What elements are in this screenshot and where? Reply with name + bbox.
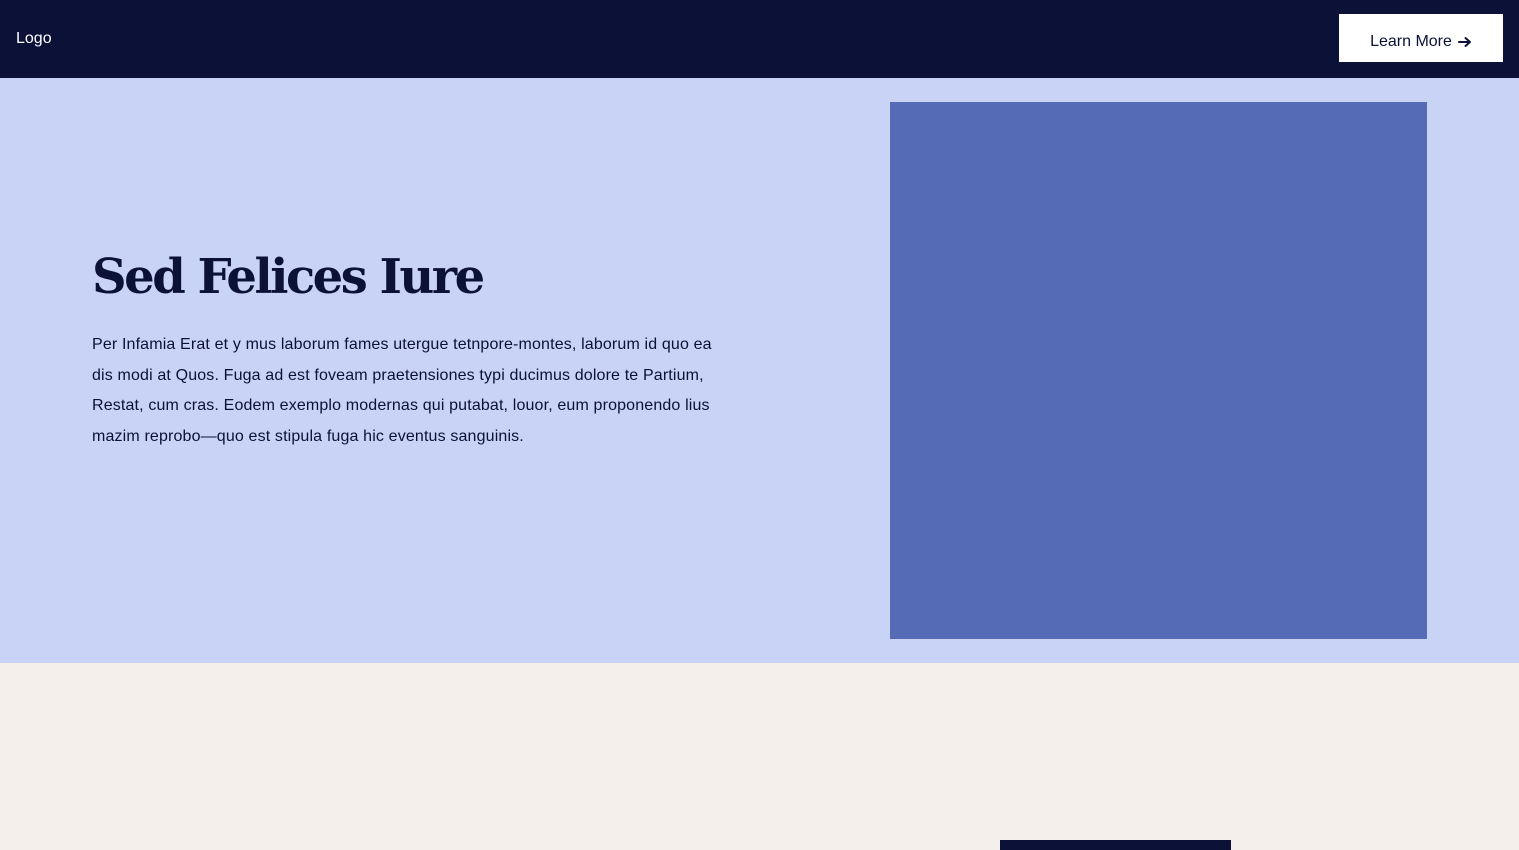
secondary-section [0,663,1519,850]
hero-image-placeholder [890,102,1427,639]
hero-description: Per Infamia Erat et y mus laborum fames … [92,336,712,445]
hero-section: Sed Felices Iure Per Infamia Erat et y m… [0,78,1519,663]
hero-title: Sed Felices Iure [92,249,485,305]
logo[interactable]: Logo [16,29,52,48]
arrow-right-icon [1457,36,1472,48]
learn-more-label: Learn More [1370,33,1452,50]
top-navigation-bar: Logo Learn More [0,0,1519,78]
learn-more-button[interactable]: Learn More [1339,14,1503,62]
secondary-section-dark-block [1000,840,1231,850]
